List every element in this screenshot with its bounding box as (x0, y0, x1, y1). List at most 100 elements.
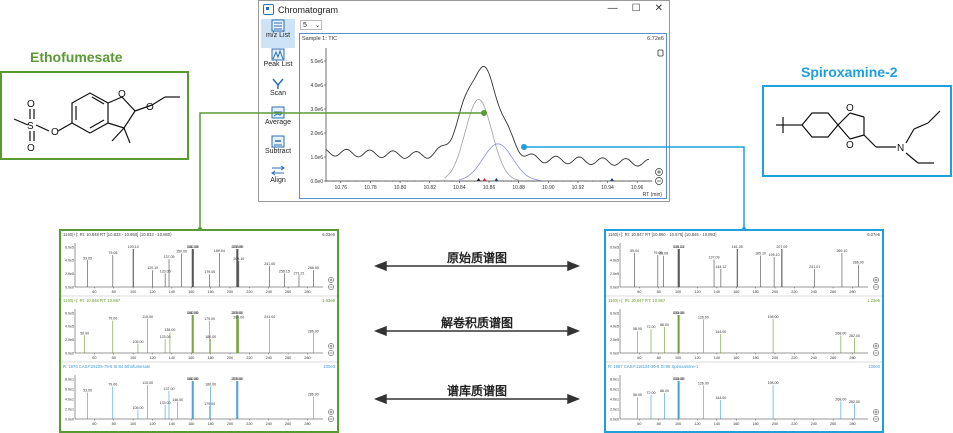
spectrum-peak-label: 179.00 (204, 317, 215, 321)
zoom-out-icon[interactable] (328, 350, 334, 356)
spectrum-panel[interactable]: 1140(+): Rt: 10.848 RT: 10.867 1.63e6 0.0e… (61, 298, 337, 363)
right-connector-dot (521, 144, 527, 150)
spectrum-x-tick-label: 60 (637, 356, 641, 360)
spectrum-header: 1140(+): Rt: 10.847 RT: 10.867 (608, 298, 666, 303)
spectrum-x-tick-label: 280 (849, 422, 855, 426)
spectrum-panel[interactable]: R: 1987 CAS#:118134-30-8 SI:86 Spiroxami… (608, 364, 881, 426)
spectrum-x-tick-label: 60 (637, 422, 641, 426)
spectrum-peak-label: 138.00 (164, 328, 175, 332)
spectrum-y-tick-label: 6.0e5 (610, 245, 619, 249)
zoom-in-icon[interactable] (873, 343, 879, 349)
spectrum-x-tick-label: 220 (791, 290, 797, 294)
spectrum-peak-label: 207.09 (776, 245, 787, 249)
zoom-out-icon[interactable] (328, 416, 334, 422)
spectrum-peak-label: 105.00 (132, 340, 143, 344)
spectrum-x-tick-label: 180 (207, 422, 213, 426)
spectrum-peak-label: 137.09 (709, 255, 720, 259)
spectrum-x-tick-label: 100 (675, 356, 681, 360)
spectrum-peak-label: 72.00 (647, 325, 656, 329)
spectrum-x-tick-label: 120 (149, 290, 155, 294)
zoom-in-icon[interactable] (873, 277, 879, 283)
spectrum-x-tick-label: 280 (849, 290, 855, 294)
spectrum-x-tick-label: 220 (791, 422, 797, 426)
spectrum-header: 1140(+): Rt: 10.848 RT [10.833 - 10.860]… (63, 232, 172, 237)
spectrum-x-tick-label: 60 (92, 290, 96, 294)
zoom-out-icon[interactable] (873, 284, 879, 290)
spectrum-x-tick-label: 160 (733, 422, 739, 426)
spectrum-panel[interactable]: 1140(+): Rt: 10.847 RT [10.860 - 10.875]… (606, 232, 882, 297)
zoom-in-icon[interactable] (328, 277, 334, 283)
zoom-in-icon[interactable] (328, 409, 334, 415)
spectrum-peak-label: 180.00 (205, 382, 216, 386)
spectrum-peak-label: 189.04 (214, 249, 225, 253)
spectrum-x-tick-label: 220 (246, 422, 252, 426)
spectrum-x-tick-label: 240 (266, 356, 272, 360)
spectrum-y-tick-label: 2.0e1 (65, 407, 74, 411)
spectrum-y-tick-label: 6.0e1 (65, 387, 74, 391)
spectrum-peak-label: 144.00 (715, 396, 726, 400)
spectrum-peak-label: 180.00 (205, 335, 216, 339)
deconv-arrow-head-right (567, 325, 581, 337)
spectrum-x-tick-label: 180 (752, 422, 758, 426)
spectrum-y-tick-label: 4.0e5 (65, 259, 74, 263)
spectrum-y-tick-label: 4.0e5 (610, 325, 619, 329)
spectrum-y-tick-label: 8.0e1 (610, 377, 619, 381)
spectrum-max-intensity: 6.07e6 (867, 232, 880, 237)
zoom-out-icon[interactable] (873, 416, 879, 422)
spectrum-peak-label: 126.00 (698, 381, 709, 385)
spectrum-x-tick-label: 140 (169, 356, 175, 360)
spectrum-x-tick-label: 100 (675, 290, 681, 294)
spectrum-x-tick-label: 80 (657, 356, 661, 360)
spectrum-max-intensity: 1.63e6 (322, 298, 335, 303)
spectrum-y-tick-label: 6.0e1 (610, 387, 619, 391)
spectrum-x-tick-label: 80 (657, 290, 661, 294)
spectrum-y-tick-label: 4.0e1 (65, 397, 74, 401)
deconvolved-spectrum-label: 解卷积质谱图 (440, 316, 513, 330)
spectrum-x-tick-label: 60 (92, 422, 96, 426)
zoom-in-icon[interactable] (873, 409, 879, 415)
spectrum-peak-label: 101.12 (674, 245, 685, 249)
spectrum-peak-label: 185.10 (755, 252, 766, 256)
spectrum-peak-label: 58.00 (633, 327, 642, 331)
spectrum-x-tick-label: 180 (752, 290, 758, 294)
spectrum-x-tick-label: 100 (675, 422, 681, 426)
right-spectra[interactable]: 1140(+): Rt: 10.847 RT [10.860 - 10.875]… (606, 231, 882, 431)
spectrum-peak-label: 115.00 (142, 315, 153, 319)
spectrum-peak-label: 133.00 (160, 335, 171, 339)
spectrum-x-tick-label: 100 (130, 422, 136, 426)
spectrum-panel[interactable]: 1140(+): Rt: 10.847 RT: 10.867 1.23e6 0.0e… (606, 298, 882, 363)
spectrum-max-intensity: 6.03e6 (322, 232, 335, 237)
zoom-out-icon[interactable] (328, 284, 334, 290)
spectrum-max-intensity: 1.23e6 (867, 298, 880, 303)
left-spectra[interactable]: 1140(+): Rt: 10.848 RT [10.833 - 10.860]… (61, 231, 337, 431)
spectrum-peak-label: 53.05 (83, 256, 92, 260)
spectrum-panel[interactable]: 1140(+): Rt: 10.848 RT [10.833 - 10.860]… (61, 232, 337, 297)
spectrum-peak-label: 209.00 (233, 315, 244, 319)
spectrum-x-tick-label: 140 (169, 290, 175, 294)
spectrum-x-tick-label: 280 (304, 356, 310, 360)
zoom-in-icon[interactable] (328, 343, 334, 349)
spectrum-x-tick-label: 80 (112, 356, 116, 360)
spectrum-peak-label: 105.00 (132, 406, 143, 410)
zoom-out-icon[interactable] (873, 350, 879, 356)
spectrum-x-tick-label: 240 (266, 290, 272, 294)
spectrum-x-tick-label: 240 (811, 356, 817, 360)
spectrum-x-tick-label: 200 (772, 422, 778, 426)
spectrum-x-tick-label: 260 (830, 356, 836, 360)
spectrum-peak-label: 162.00 (188, 377, 199, 381)
spectrum-peak-label: 53.00 (83, 389, 92, 393)
spectrum-x-tick-label: 260 (285, 356, 291, 360)
left-connector-dot (481, 110, 487, 116)
spectrum-y-tick-label: 4.0e1 (610, 397, 619, 401)
spectrum-peak-label: 271.21 (293, 271, 304, 275)
spectrum-peak-label: 150.00 (176, 250, 187, 254)
spectrum-header: R: 1987 CAS#:118134-30-8 SI:86 Spiroxami… (608, 364, 699, 369)
spectrum-y-tick-label: 2.0e5 (610, 338, 619, 342)
spectrum-peak-label: 86.00 (660, 323, 669, 327)
spectrum-peak-label: 198.00 (768, 381, 779, 385)
spectrum-x-tick-label: 140 (169, 422, 175, 426)
spectrum-panel[interactable]: R: 1976 CAS#:26225-79-6 SI:84 Ethofumesa… (63, 364, 336, 426)
spectrum-peak-label: 269.10 (836, 249, 847, 253)
spectrum-peak-label: 241.01 (809, 265, 820, 269)
spectrum-x-tick-label: 100 (130, 356, 136, 360)
